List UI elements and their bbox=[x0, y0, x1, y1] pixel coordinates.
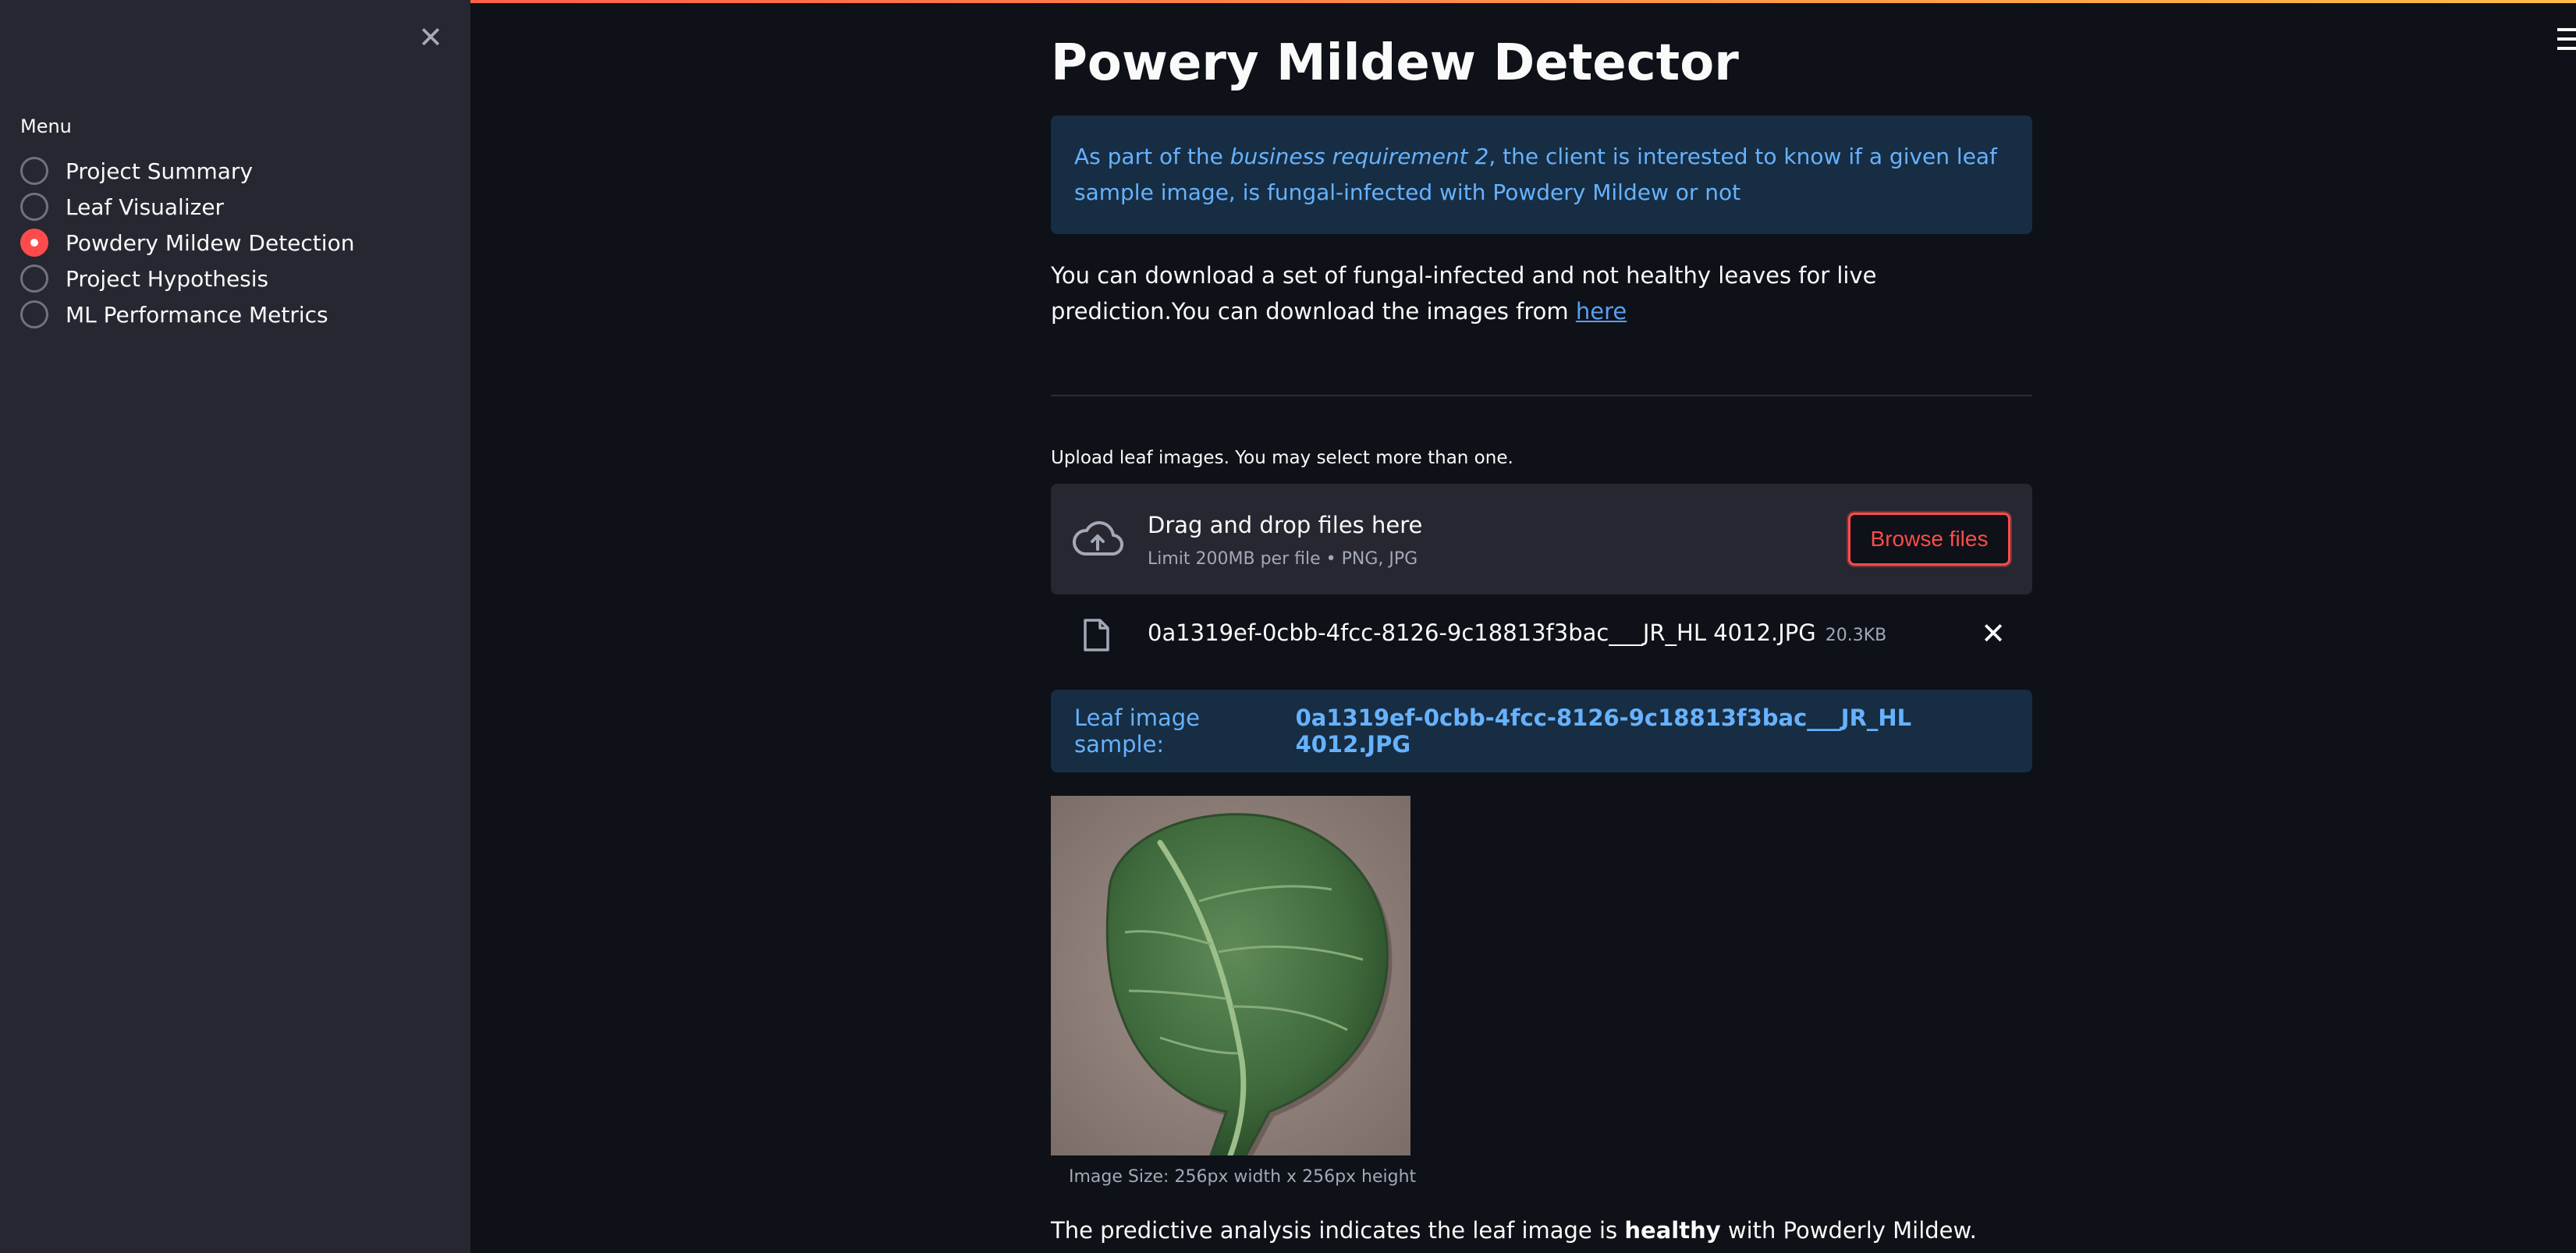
dropzone-title: Drag and drop files here bbox=[1148, 512, 1423, 538]
dropzone-limit: Limit 200MB per file • PNG, JPG bbox=[1148, 549, 1418, 569]
image-caption: Image Size: 256px width x 256px height bbox=[1069, 1167, 1417, 1187]
download-paragraph: You can download a set of fungal-infecte… bbox=[1051, 257, 2032, 329]
info-emphasis: business requirement 2 bbox=[1229, 144, 1489, 169]
browse-files-button[interactable]: Browse files bbox=[1848, 513, 2010, 566]
uploaded-file-row: 0a1319ef-0cbb-4fcc-8126-9c18813f3bac___J… bbox=[1051, 609, 2032, 660]
menu-item-label: Project Hypothesis bbox=[66, 265, 269, 292]
file-dropzone[interactable]: Drag and drop files here Limit 200MB per… bbox=[1051, 484, 2032, 595]
sidebar: ✕ Menu Project Summary Leaf Visualizer P… bbox=[0, 0, 470, 1253]
result-status: healthy bbox=[1624, 1217, 1721, 1244]
menu-item-project-summary[interactable]: Project Summary bbox=[20, 153, 354, 189]
menu-item-ml-performance-metrics[interactable]: ML Performance Metrics bbox=[20, 296, 354, 332]
leaf-image bbox=[1051, 796, 1410, 1155]
download-text: You can download a set of fungal-infecte… bbox=[1051, 262, 1877, 325]
menu-item-label: Leaf Visualizer bbox=[66, 193, 225, 220]
prediction-result: The predictive analysis indicates the le… bbox=[1051, 1217, 1977, 1244]
info-alert: As part of the business requirement 2, t… bbox=[1051, 115, 2032, 234]
remove-file-icon[interactable]: ✕ bbox=[1979, 619, 2007, 648]
close-sidebar-icon[interactable]: ✕ bbox=[413, 20, 448, 55]
result-suffix: with Powderly Mildew. bbox=[1720, 1217, 1977, 1244]
cloud-upload-icon bbox=[1072, 521, 1123, 556]
menu-item-project-hypothesis[interactable]: Project Hypothesis bbox=[20, 261, 354, 296]
radio-icon[interactable] bbox=[20, 300, 48, 328]
result-prefix: The predictive analysis indicates the le… bbox=[1051, 1217, 1625, 1244]
leaf-sample-info: Leaf image sample: 0a1319ef-0cbb-4fcc-812… bbox=[1051, 690, 2032, 772]
divider bbox=[1051, 395, 2032, 396]
menu-item-label: Powdery Mildew Detection bbox=[66, 229, 355, 256]
download-link[interactable]: here bbox=[1576, 298, 1627, 325]
menu-radio-group: Project Summary Leaf Visualizer Powdery … bbox=[20, 153, 354, 332]
info-prefix: As part of the bbox=[1074, 144, 1230, 169]
radio-selected-icon[interactable] bbox=[20, 229, 48, 257]
radio-icon[interactable] bbox=[20, 157, 48, 185]
menu-item-label: Project Summary bbox=[66, 158, 254, 184]
menu-item-label: ML Performance Metrics bbox=[66, 301, 328, 328]
menu-label: Menu bbox=[20, 115, 72, 137]
page-title: Powery Mildew Detector bbox=[1051, 34, 1739, 92]
hamburger-icon[interactable] bbox=[2557, 23, 2576, 55]
radio-icon[interactable] bbox=[20, 264, 48, 293]
file-icon bbox=[1084, 619, 1109, 651]
upload-label: Upload leaf images. You may select more … bbox=[1051, 448, 1513, 468]
sample-file-name: 0a1319ef-0cbb-4fcc-8126-9c18813f3bac___J… bbox=[1295, 705, 1912, 758]
uploaded-file-name: 0a1319ef-0cbb-4fcc-8126-9c18813f3bac___J… bbox=[1148, 619, 1886, 646]
menu-item-powdery-mildew-detection[interactable]: Powdery Mildew Detection bbox=[20, 225, 354, 261]
menu-item-leaf-visualizer[interactable]: Leaf Visualizer bbox=[20, 189, 354, 225]
file-name-text: 0a1319ef-0cbb-4fcc-8126-9c18813f3bac___J… bbox=[1148, 619, 1816, 646]
sample-label: Leaf image sample: bbox=[1074, 705, 1201, 758]
leaf-photo-drawing bbox=[1051, 796, 1410, 1155]
file-size: 20.3KB bbox=[1825, 626, 1887, 645]
radio-icon[interactable] bbox=[20, 193, 48, 221]
